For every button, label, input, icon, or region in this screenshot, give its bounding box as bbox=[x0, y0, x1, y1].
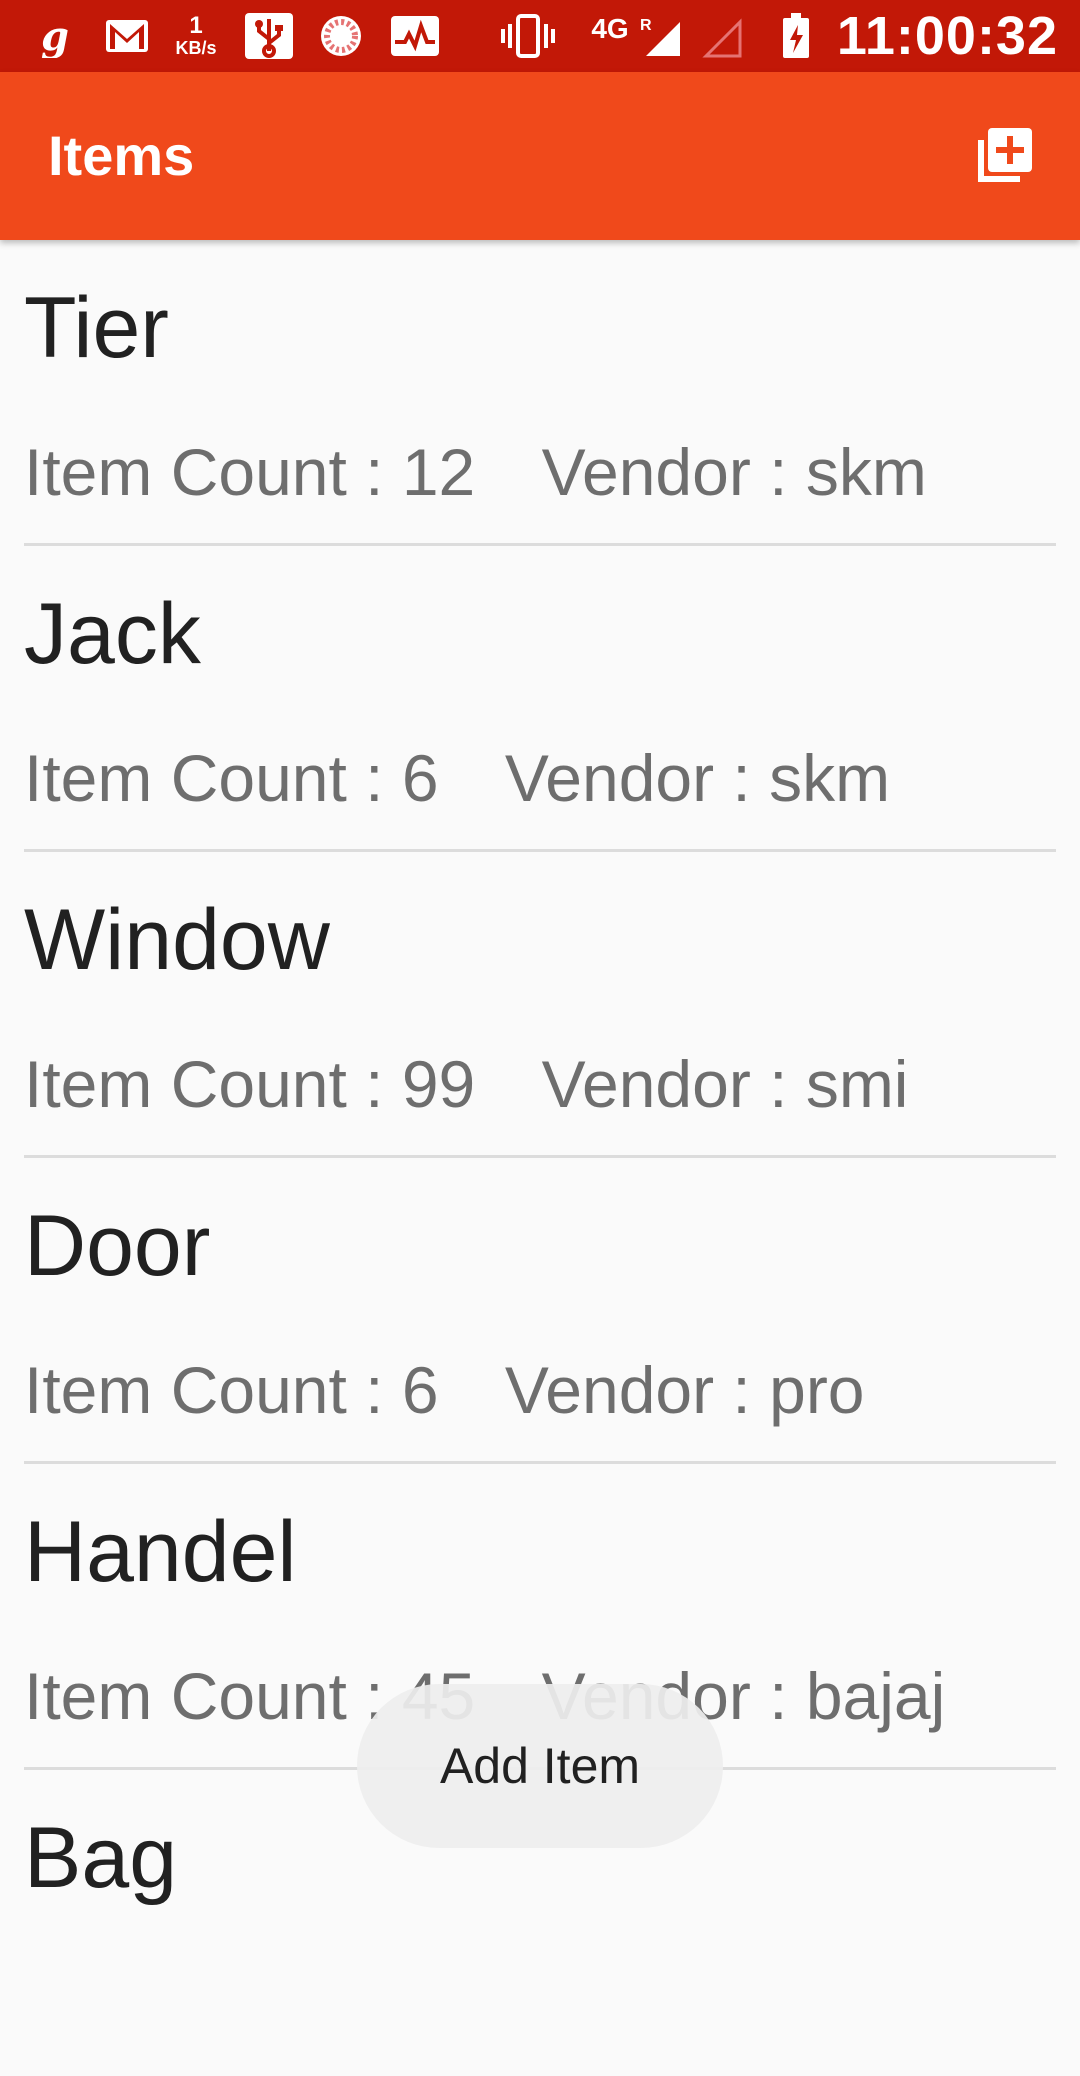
item-name: Tier bbox=[24, 280, 169, 376]
vendor-value: skm bbox=[769, 741, 891, 815]
network-speed-unit: KB/s bbox=[175, 38, 217, 58]
item-name: Window bbox=[24, 892, 330, 988]
item-count-value: 12 bbox=[401, 435, 476, 509]
item-count-value: 6 bbox=[401, 1353, 439, 1427]
item-details: Item Count : 12 Vendor : skm bbox=[24, 434, 927, 510]
vendor-value: pro bbox=[769, 1353, 865, 1427]
signal-icon: R bbox=[640, 14, 686, 58]
item-details: Item Count : 6 Vendor : pro bbox=[24, 1352, 865, 1428]
g-app-icon: g bbox=[36, 14, 72, 58]
svg-text:g: g bbox=[41, 14, 69, 58]
roaming-indicator: R bbox=[640, 17, 652, 34]
signal-empty-icon bbox=[700, 14, 746, 58]
item-name: Bag bbox=[24, 1810, 178, 1906]
usb-icon bbox=[244, 13, 294, 59]
add-to-library-icon bbox=[978, 128, 1032, 182]
activity-icon bbox=[390, 14, 440, 58]
network-speed-value: 1 bbox=[189, 12, 203, 39]
vendor-value: skm bbox=[805, 435, 927, 509]
item-count-label: Item Count : bbox=[24, 1047, 384, 1121]
battery-charging-icon bbox=[780, 13, 812, 58]
item-details: Item Count : 99 Vendor : smi bbox=[24, 1046, 908, 1122]
list-item[interactable]: Jack Item Count : 6 Vendor : skm bbox=[0, 546, 1080, 852]
item-name: Jack bbox=[24, 586, 201, 682]
item-count-value: 99 bbox=[401, 1047, 476, 1121]
toast-message: Add Item bbox=[357, 1684, 723, 1848]
vendor-label: Vendor : bbox=[504, 1353, 751, 1427]
vibrate-icon bbox=[500, 14, 556, 58]
vendor-label: Vendor : bbox=[541, 1047, 788, 1121]
vendor-label: Vendor : bbox=[541, 435, 788, 509]
vendor-value: bajaj bbox=[805, 1659, 946, 1733]
vendor-value: smi bbox=[805, 1047, 909, 1121]
status-bar: g 1 KB/s 4G R 11:00:32 bbox=[0, 0, 1080, 72]
add-item-button[interactable] bbox=[964, 116, 1044, 196]
app-bar: Items bbox=[0, 72, 1080, 240]
list-item[interactable]: Window Item Count : 99 Vendor : smi bbox=[0, 852, 1080, 1158]
sync-icon bbox=[318, 14, 364, 58]
item-count-label: Item Count : bbox=[24, 1659, 384, 1733]
item-name: Handel bbox=[24, 1504, 297, 1600]
item-count-label: Item Count : bbox=[24, 435, 384, 509]
list-item[interactable]: Door Item Count : 6 Vendor : pro bbox=[0, 1158, 1080, 1464]
page-title: Items bbox=[48, 124, 195, 187]
item-details: Item Count : 6 Vendor : skm bbox=[24, 740, 890, 816]
item-count-label: Item Count : bbox=[24, 1353, 384, 1427]
vendor-label: Vendor : bbox=[504, 741, 751, 815]
item-name: Door bbox=[24, 1198, 211, 1294]
network-speed-indicator: 1 KB/s bbox=[168, 12, 224, 59]
gmail-icon bbox=[104, 14, 150, 58]
status-time: 11:00:32 bbox=[836, 6, 1058, 66]
list-item[interactable]: Tier Item Count : 12 Vendor : skm bbox=[0, 240, 1080, 546]
network-type: 4G bbox=[591, 13, 629, 44]
item-count-label: Item Count : bbox=[24, 741, 384, 815]
item-count-value: 6 bbox=[401, 741, 439, 815]
